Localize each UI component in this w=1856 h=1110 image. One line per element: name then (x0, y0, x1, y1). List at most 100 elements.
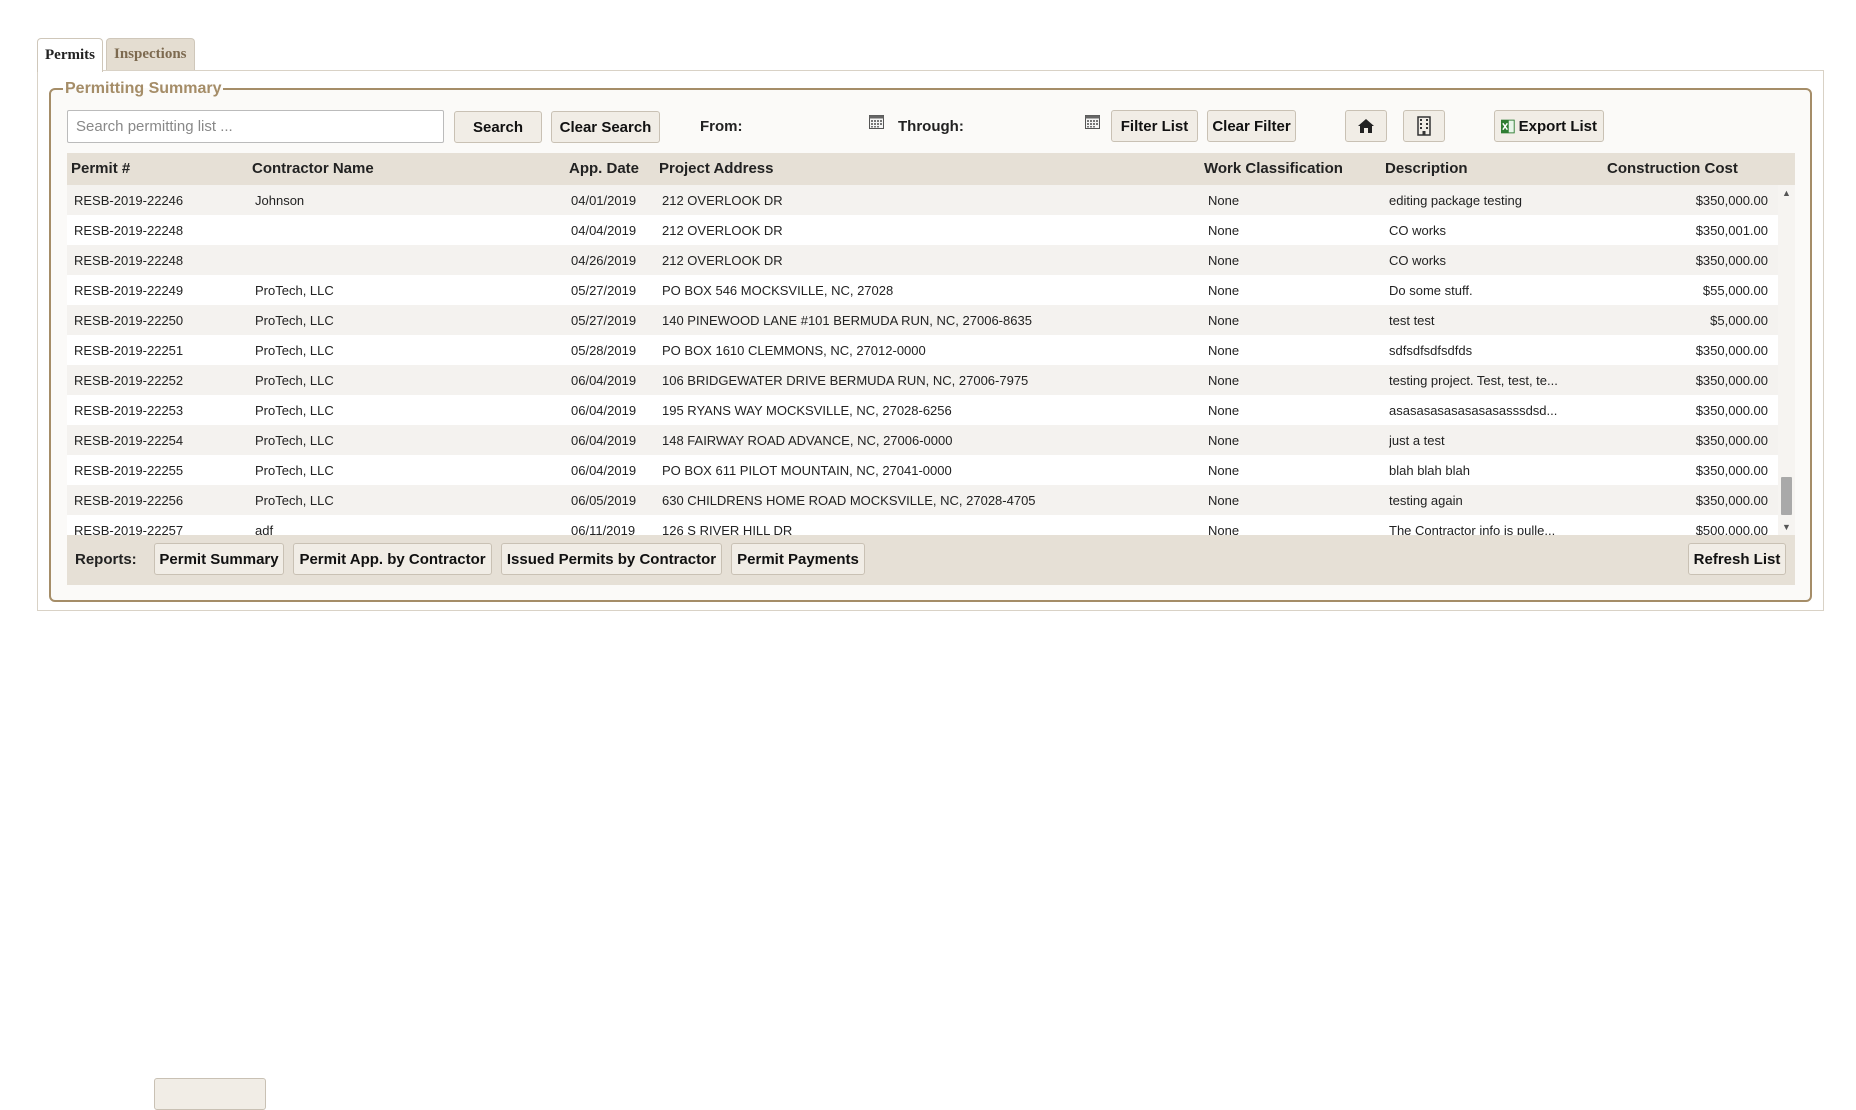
cell-address: PO BOX 611 PILOT MOUNTAIN, NC, 27041-000… (662, 463, 952, 478)
cell-permit: RESB-2019-22248 (74, 253, 184, 268)
cell-date: 05/27/2019 (571, 283, 637, 298)
excel-icon (1501, 119, 1515, 133)
cell-date: 06/04/2019 (571, 403, 637, 418)
col-header-permit[interactable]: Permit # (71, 160, 130, 177)
cell-contractor: ProTech, LLC (255, 403, 334, 418)
cell-address: PO BOX 546 MOCKSVILLE, NC, 27028 (662, 283, 894, 298)
cell-permit: RESB-2019-22255 (74, 463, 184, 478)
table-row[interactable]: RESB-2019-22248 04/26/2019 212 OVERLOOK DR… (67, 245, 1778, 275)
cell-contractor: ProTech, LLC (255, 493, 334, 508)
cell-cost: $5,000.00 (1710, 313, 1768, 328)
cell-address: 140 PINEWOOD LANE #101 BERMUDA RUN, NC, … (662, 313, 1032, 328)
cell-contractor: ProTech, LLC (255, 463, 334, 478)
building-button[interactable] (1403, 110, 1445, 142)
permit-app-by-contractor-report-button[interactable]: Permit App. by Contractor (293, 543, 492, 575)
col-header-app-date[interactable]: App. Date (569, 160, 639, 177)
cell-desc: sdfsdfsdfsdfds (1389, 343, 1473, 358)
grid-scrollbar[interactable]: ▲ ▼ (1778, 185, 1795, 535)
cell-address: PO BOX 1610 CLEMMONS, NC, 27012-0000 (662, 343, 926, 358)
cell-permit: RESB-2019-22248 (74, 223, 184, 238)
cell-cost: $55,000.00 (1702, 283, 1768, 298)
cell-date: 04/04/2019 (571, 223, 637, 238)
cell-work: None (1208, 373, 1240, 388)
cell-address: 212 OVERLOOK DR (662, 223, 783, 238)
table-row[interactable]: RESB-2019-22254 ProTech, LLC 06/04/2019 148… (67, 425, 1778, 455)
table-row[interactable]: RESB-2019-22250 ProTech, LLC 05/27/2019 140… (67, 305, 1778, 335)
search-button[interactable]: Search (454, 111, 542, 143)
export-list-label: Export List (1518, 117, 1597, 135)
cell-date: 06/04/2019 (571, 463, 637, 478)
scroll-down-arrow-icon[interactable]: ▼ (1782, 522, 1791, 532)
cell-permit: RESB-2019-22256 (74, 493, 184, 508)
permit-payments-report-button[interactable]: Permit Payments (731, 543, 865, 575)
refresh-list-button[interactable]: Refresh List (1688, 543, 1786, 575)
cell-address: 195 RYANS WAY MOCKSVILLE, NC, 27028-6256 (662, 403, 952, 418)
col-header-work-classification[interactable]: Work Classification (1204, 160, 1343, 177)
cell-address: 126 S RIVER HILL DR (662, 523, 793, 535)
table-row[interactable]: RESB-2019-22255 ProTech, LLC 06/04/2019 PO … (67, 455, 1778, 485)
col-header-contractor[interactable]: Contractor Name (252, 160, 374, 177)
cell-desc: CO works (1389, 223, 1447, 238)
cell-permit: RESB-2019-22257 (74, 523, 184, 535)
table-row[interactable]: RESB-2019-22251 ProTech, LLC 05/28/2019 PO … (67, 335, 1778, 365)
cell-work: None (1208, 283, 1240, 298)
cell-work: None (1208, 493, 1240, 508)
tab-bar: Permits Inspections (37, 38, 198, 72)
cell-work: None (1208, 253, 1240, 268)
col-header-construction-cost[interactable]: Construction Cost (1607, 160, 1738, 177)
tab-inspections[interactable]: Inspections (105, 38, 195, 70)
through-label: Through: (898, 118, 964, 135)
calendar-icon[interactable] (1085, 115, 1100, 129)
scroll-up-arrow-icon[interactable]: ▲ (1782, 188, 1791, 198)
table-row[interactable]: RESB-2019-22253 ProTech, LLC 06/04/2019 195… (67, 395, 1778, 425)
search-input[interactable] (67, 110, 444, 143)
table-row[interactable]: RESB-2019-22248 04/04/2019 212 OVERLOOK DR… (67, 215, 1778, 245)
filter-list-button[interactable]: Filter List (1111, 110, 1198, 142)
cell-work: None (1208, 193, 1240, 208)
table-row[interactable]: RESB-2019-22257 adf 06/11/2019 126 S RIVER … (67, 515, 1778, 535)
cell-work: None (1208, 223, 1240, 238)
cell-date: 06/05/2019 (571, 493, 637, 508)
cell-desc: Do some stuff. (1389, 283, 1473, 298)
cell-address: 212 OVERLOOK DR (662, 193, 783, 208)
permitting-summary-legend: Permitting Summary (65, 80, 222, 97)
reports-label: Reports: (75, 551, 137, 568)
cell-contractor: ProTech, LLC (255, 343, 334, 358)
export-list-button[interactable]: Export List (1494, 110, 1604, 142)
cell-desc: editing package testing (1389, 193, 1522, 208)
clear-search-button[interactable]: Clear Search (551, 111, 660, 143)
table-row[interactable]: RESB-2019-22246 Johnson 04/01/2019 212 OVER… (67, 185, 1778, 215)
cell-cost: $350,000.00 (1695, 253, 1768, 268)
table-row[interactable]: RESB-2019-22256 ProTech, LLC 06/05/2019 630… (67, 485, 1778, 515)
cell-cost: $500,000.00 (1695, 523, 1768, 535)
building-icon (1417, 116, 1431, 136)
calendar-icon[interactable] (869, 115, 884, 129)
cell-cost: $350,000.00 (1695, 193, 1768, 208)
cell-permit: RESB-2019-22254 (74, 433, 184, 448)
cell-cost: $350,000.00 (1695, 433, 1768, 448)
cell-contractor: ProTech, LLC (255, 313, 334, 328)
col-header-description[interactable]: Description (1385, 160, 1468, 177)
cell-desc: testing project. Test, test, te... (1389, 373, 1558, 388)
scroll-thumb[interactable] (1781, 477, 1792, 515)
cell-permit: RESB-2019-22246 (74, 193, 184, 208)
cell-date: 04/26/2019 (571, 253, 637, 268)
cell-permit: RESB-2019-22250 (74, 313, 184, 328)
issued-permits-by-contractor-report-button[interactable]: Issued Permits by Contractor (501, 543, 722, 575)
col-header-address[interactable]: Project Address (659, 160, 774, 177)
cell-contractor: adf (255, 523, 274, 535)
cell-address: 148 FAIRWAY ROAD ADVANCE, NC, 27006-0000 (662, 433, 953, 448)
permit-summary-report-button[interactable]: Permit Summary (154, 543, 284, 575)
tab-permits[interactable]: Permits (37, 38, 103, 72)
cell-date: 05/27/2019 (571, 313, 637, 328)
cell-work: None (1208, 343, 1240, 358)
table-row[interactable]: RESB-2019-22249 ProTech, LLC 05/27/2019 PO … (67, 275, 1778, 305)
cell-cost: $350,000.00 (1695, 373, 1768, 388)
clear-filter-button[interactable]: Clear Filter (1207, 110, 1296, 142)
cell-address: 630 CHILDRENS HOME ROAD MOCKSVILLE, NC, … (662, 493, 1036, 508)
home-button[interactable] (1345, 110, 1387, 142)
table-row[interactable]: RESB-2019-22252 ProTech, LLC 06/04/2019 106… (67, 365, 1778, 395)
cell-address: 106 BRIDGEWATER DRIVE BERMUDA RUN, NC, 2… (662, 373, 1029, 388)
cell-work: None (1208, 403, 1240, 418)
cell-cost: $350,000.00 (1695, 343, 1768, 358)
